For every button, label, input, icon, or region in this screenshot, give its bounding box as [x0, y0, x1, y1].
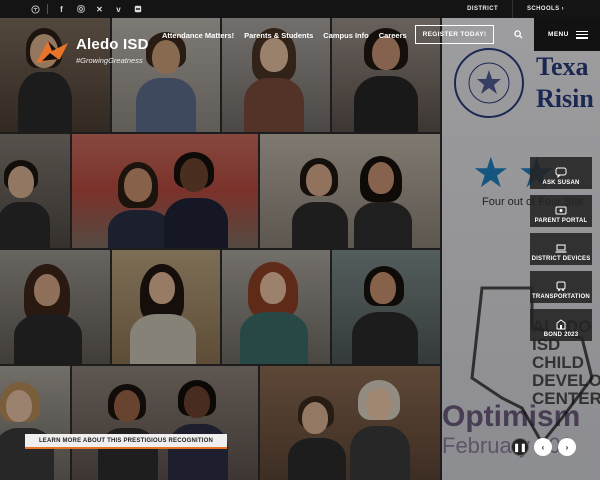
chevron-left-icon[interactable]: ‹ — [534, 438, 552, 456]
nav-item-campus-info[interactable]: Campus Info — [323, 31, 368, 40]
schools-label: SCHOOLS — [527, 6, 560, 12]
collage-photo — [0, 366, 70, 480]
menu-button[interactable]: MENU — [534, 18, 600, 51]
quick-link-parent-portal[interactable]: PARENT PORTAL — [530, 195, 592, 227]
district-link[interactable]: DISTRICT — [453, 6, 512, 12]
schools-dropdown[interactable]: SCHOOLS › — [513, 6, 578, 12]
quick-link-label: PARENT PORTAL — [534, 218, 588, 224]
collage-photo — [0, 134, 70, 248]
quick-link-label: TRANSPORTATION — [532, 294, 590, 300]
chat-icon — [555, 167, 567, 178]
vimeo-icon[interactable]: v — [109, 0, 128, 18]
top-links: DISTRICT SCHOOLS › — [453, 0, 578, 18]
collage-photo — [0, 250, 110, 364]
quick-link-label: ASK SUSAN — [542, 180, 580, 186]
main-nav: Attendance Matters! Parents & Students C… — [162, 26, 407, 44]
facebook-icon[interactable]: f — [52, 0, 71, 18]
hero-slideshow: Texa Risin ★★ Four out of Four Star ALED… — [0, 18, 600, 480]
flickr-icon[interactable] — [128, 0, 147, 18]
quick-link-label: DISTRICT DEVICES — [531, 256, 591, 262]
collage-photo — [222, 250, 330, 364]
quick-link-ask-susan[interactable]: ASK SUSAN — [530, 157, 592, 189]
collage-photo — [332, 250, 440, 364]
nav-item-careers[interactable]: Careers — [379, 31, 407, 40]
portal-icon — [555, 206, 567, 215]
district-name: Aledo ISD — [76, 36, 149, 53]
quick-link-district-devices[interactable]: DISTRICT DEVICES — [530, 233, 592, 265]
collage-photo — [260, 134, 440, 248]
poster-heading-line1: Texa — [536, 52, 589, 81]
chevron-right-icon: › — [561, 6, 564, 12]
laptop-icon — [555, 244, 567, 253]
chevron-right-icon[interactable]: › — [558, 438, 576, 456]
hamburger-icon — [575, 30, 588, 39]
menu-label: MENU — [548, 31, 569, 38]
bus-icon — [556, 281, 566, 291]
district-tagline: #GrowingGreatness — [76, 56, 143, 65]
search-icon[interactable] — [511, 27, 525, 41]
poster-heading-line2: Risin — [536, 84, 594, 113]
translate-icon[interactable] — [26, 0, 45, 18]
collage-photo — [72, 134, 258, 248]
nav-item-attendance[interactable]: Attendance Matters! — [162, 31, 234, 40]
x-icon[interactable]: ✕ — [90, 0, 109, 18]
register-today-button[interactable]: REGISTER TODAY! — [415, 25, 494, 44]
quick-link-bond-2023[interactable]: BOND 2023 — [530, 309, 592, 341]
collage-photo — [112, 250, 220, 364]
learn-more-button[interactable]: LEARN MORE ABOUT THIS PRESTIGIOUS RECOGN… — [25, 434, 227, 449]
collage-photo — [72, 366, 258, 480]
quick-link-label: BOND 2023 — [543, 332, 579, 338]
utility-bar: f ✕ v DISTRICT SCHOOLS › — [0, 0, 600, 18]
bond-icon — [556, 319, 566, 330]
nav-item-parents-students[interactable]: Parents & Students — [244, 31, 313, 40]
instagram-icon[interactable] — [71, 0, 90, 18]
divider — [47, 4, 48, 14]
pause-icon[interactable]: ❚❚ — [511, 438, 529, 456]
district-logo[interactable]: Aledo ISD #GrowingGreatness — [34, 37, 149, 67]
workforce-commission-seal — [454, 48, 524, 118]
quick-link-transportation[interactable]: TRANSPORTATION — [530, 271, 592, 303]
social-links: f ✕ v — [26, 0, 147, 18]
bearcat-logo-icon — [34, 37, 70, 67]
collage-photo — [260, 366, 440, 480]
